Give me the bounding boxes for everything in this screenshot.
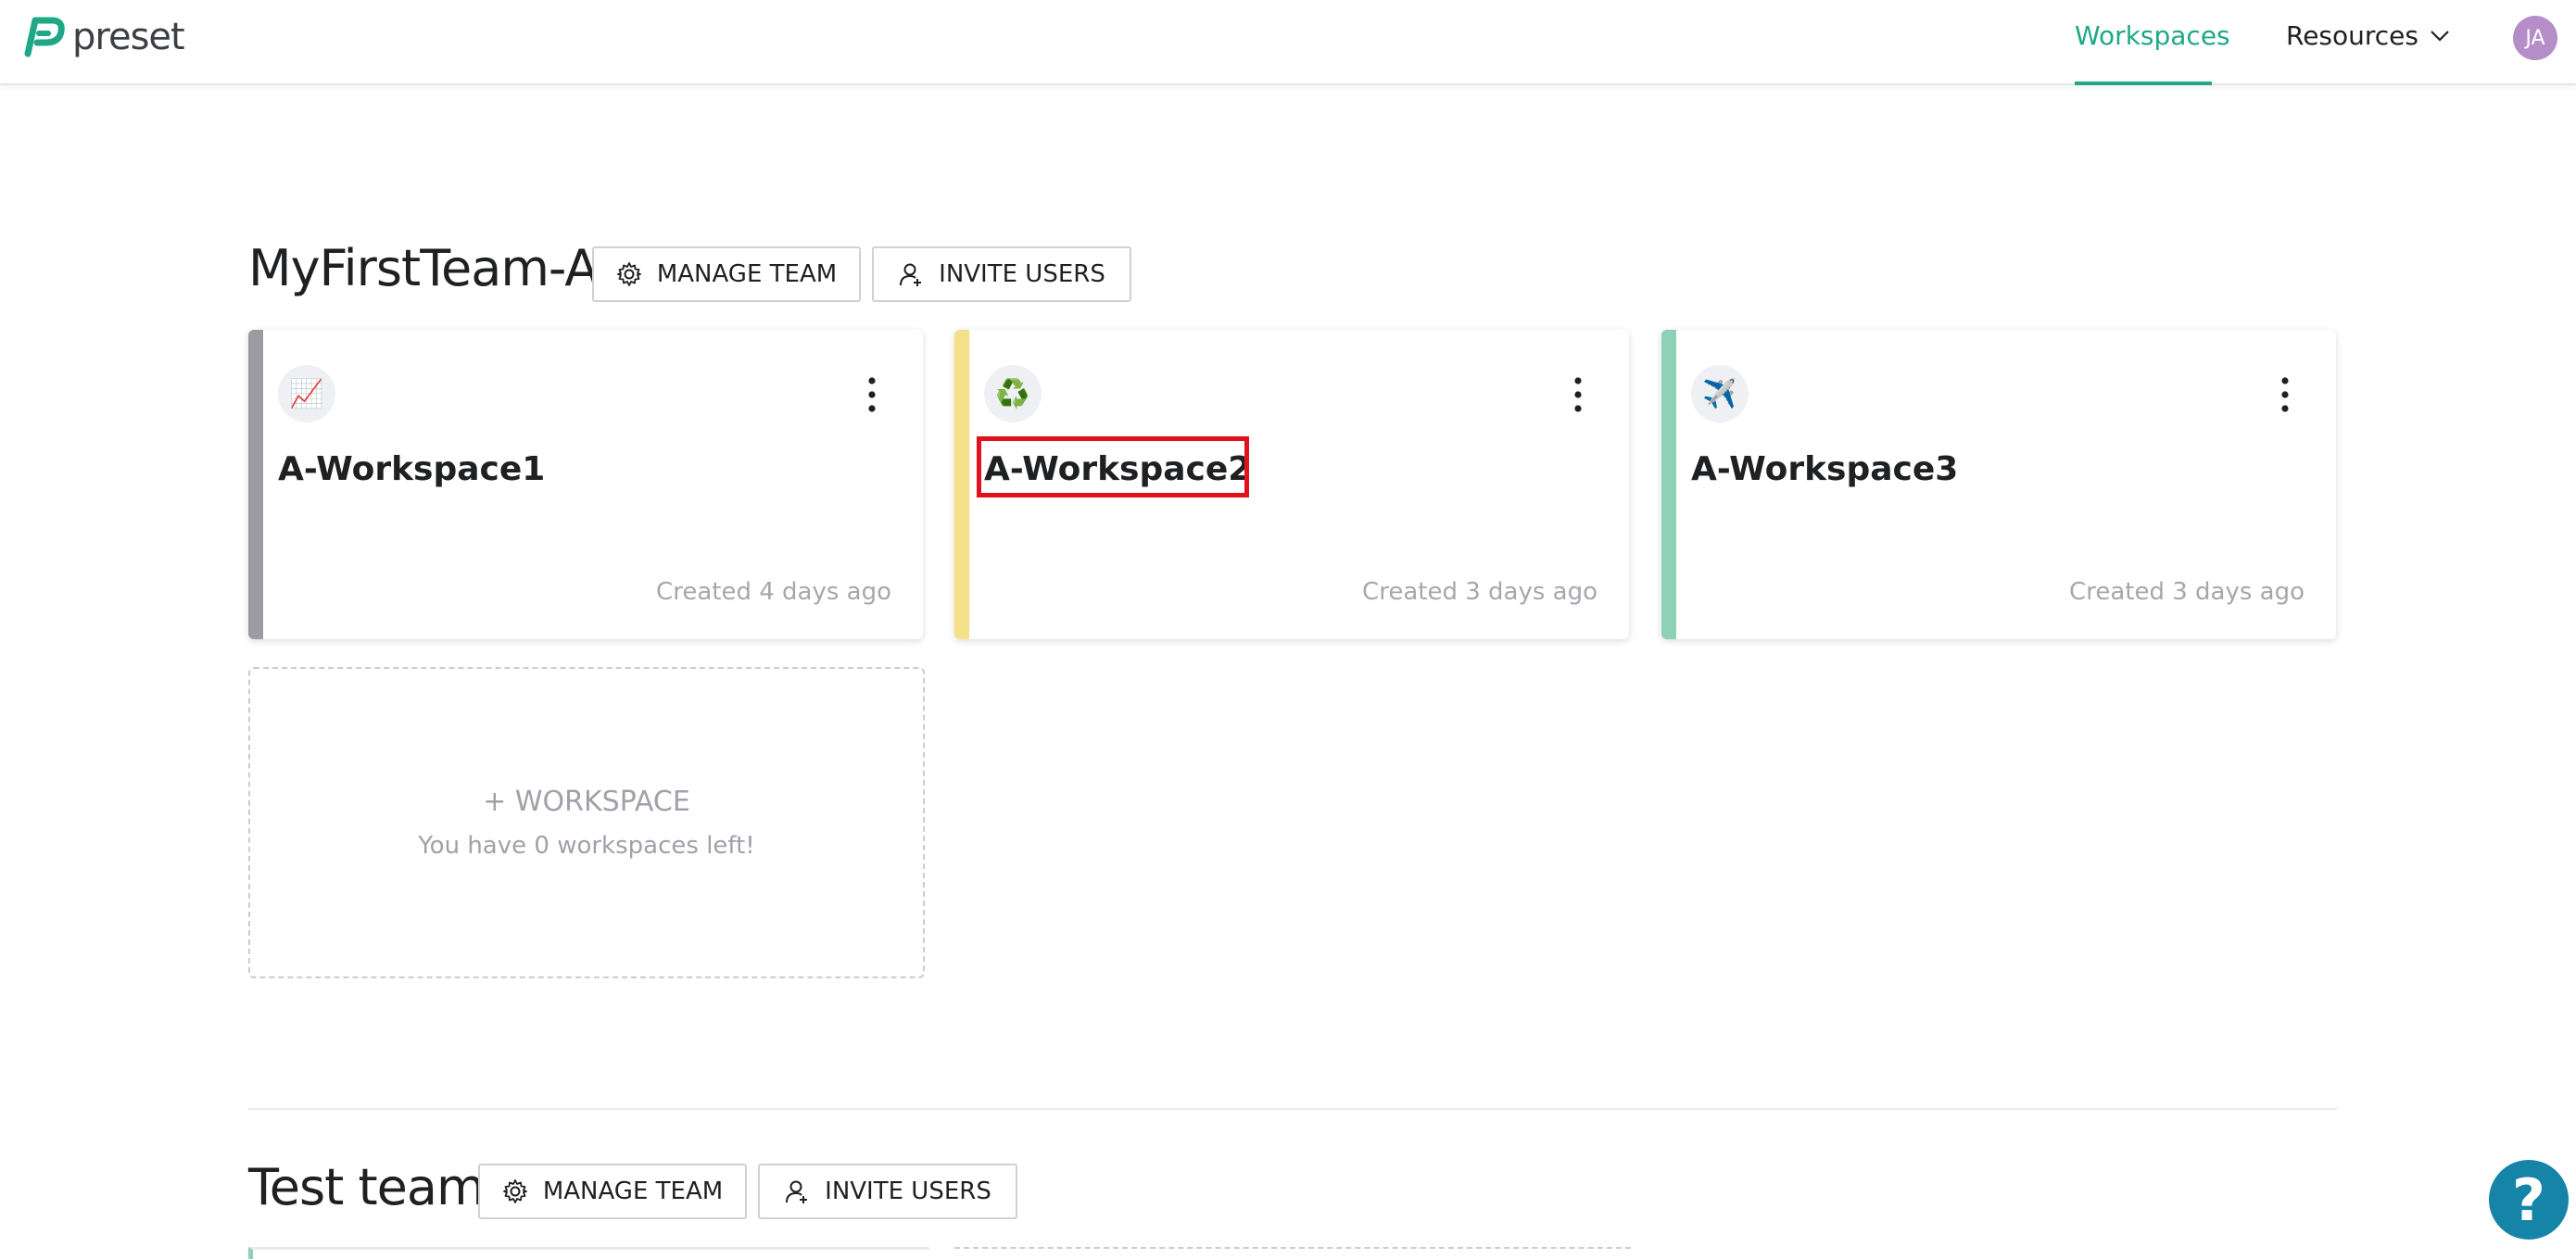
airplane-icon: ✈️ — [1691, 365, 1749, 422]
user-add-icon — [900, 263, 922, 286]
workspace-title[interactable]: A-Workspace3 — [1691, 450, 1958, 488]
workspace-created: Created 3 days ago — [1362, 578, 1597, 606]
card-accent-bar — [954, 330, 969, 639]
nav-workspaces[interactable]: Workspaces — [2075, 20, 2230, 51]
manage-team-button[interactable]: MANAGE TEAM — [592, 246, 861, 302]
preset-logo[interactable]: preset — [19, 13, 185, 61]
nav-resources[interactable]: Resources — [2286, 20, 2450, 51]
workspace-card[interactable]: 📈 A-Workspace1 Created 4 days ago — [248, 330, 923, 639]
add-workspace-label: + WORKSPACE — [483, 786, 690, 818]
manage-team-label: MANAGE TEAM — [542, 1177, 724, 1205]
add-workspace-card-peek[interactable] — [954, 1247, 1631, 1258]
nav-active-indicator — [2075, 82, 2212, 85]
user-avatar[interactable]: JA — [2513, 16, 2557, 60]
team-divider — [248, 1108, 2337, 1110]
invite-users-label: INVITE USERS — [825, 1177, 991, 1205]
help-button[interactable]: ? — [2489, 1160, 2569, 1240]
card-accent-bar — [248, 330, 263, 639]
chevron-down-icon — [2431, 30, 2449, 42]
team-title: MyFirstTeam-A — [248, 239, 599, 297]
manage-team-label: MANAGE TEAM — [656, 260, 838, 288]
user-add-icon — [786, 1180, 808, 1203]
team-title: Test team — [248, 1158, 486, 1216]
preset-logo-icon — [24, 17, 65, 57]
workspace-card[interactable]: ✈️ A-Workspace3 Created 3 days ago — [1661, 330, 2336, 639]
invite-users-label: INVITE USERS — [939, 260, 1105, 288]
more-options-icon[interactable] — [867, 376, 877, 413]
nav-resources-label: Resources — [2286, 20, 2418, 51]
add-workspace-card[interactable]: + WORKSPACE You have 0 workspaces left! — [248, 667, 925, 978]
workspace-card-peek[interactable] — [248, 1247, 929, 1259]
more-options-icon[interactable] — [1573, 376, 1583, 413]
highlight-box — [977, 436, 1249, 497]
recycle-icon: ♻️ — [984, 365, 1042, 422]
top-navbar: preset Workspaces Resources JA — [0, 0, 2576, 85]
invite-users-button[interactable]: INVITE USERS — [872, 246, 1131, 302]
gear-icon — [616, 262, 641, 286]
chart-increasing-icon: 📈 — [278, 365, 335, 422]
workspaces-left-text: You have 0 workspaces left! — [418, 832, 755, 860]
workspace-created: Created 3 days ago — [2069, 578, 2305, 606]
gear-icon — [502, 1179, 527, 1203]
card-accent-bar — [1661, 330, 1676, 639]
workspace-title[interactable]: A-Workspace1 — [278, 450, 545, 488]
more-options-icon[interactable] — [2280, 376, 2290, 413]
workspace-created: Created 4 days ago — [656, 578, 891, 606]
manage-team-button[interactable]: MANAGE TEAM — [478, 1164, 747, 1219]
invite-users-button[interactable]: INVITE USERS — [758, 1164, 1017, 1219]
brand-name: preset — [72, 16, 185, 58]
